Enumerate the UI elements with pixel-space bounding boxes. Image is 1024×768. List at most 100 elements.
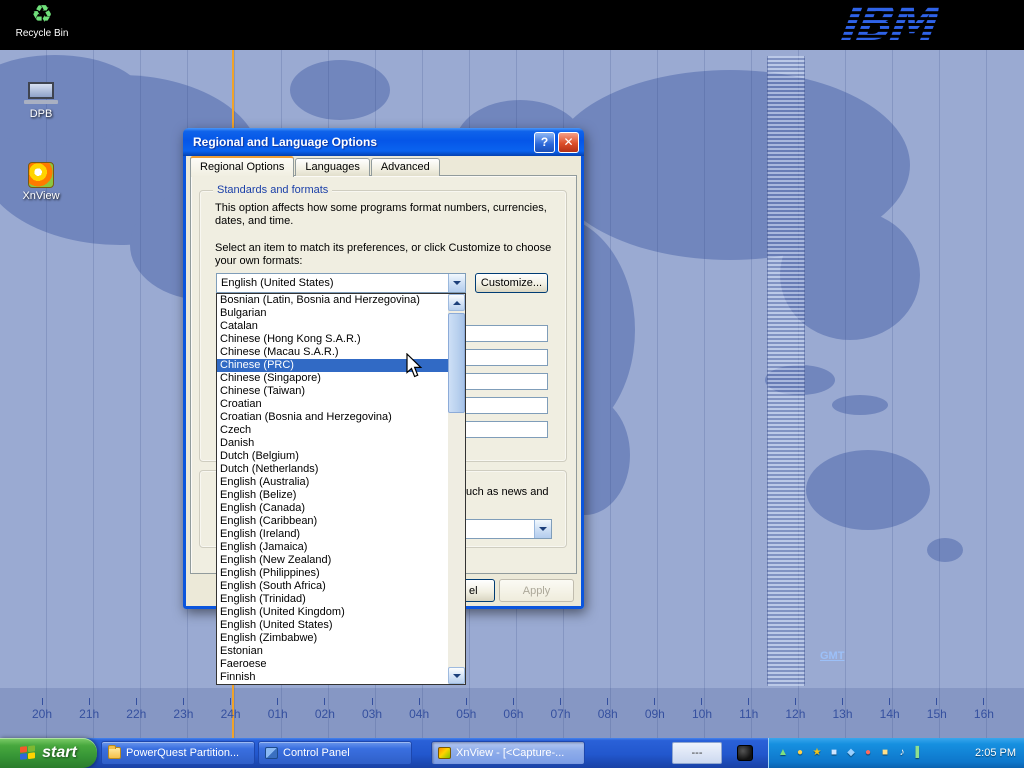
dropdown-item[interactable]: Croatian (Bosnia and Herzegovina) [217, 411, 448, 424]
close-button[interactable]: ✕ [558, 132, 579, 153]
scroll-up-button[interactable] [448, 294, 465, 311]
timezone-label: 21h [79, 698, 99, 721]
dropdown-item[interactable]: English (United Kingdom) [217, 606, 448, 619]
dropdown-item[interactable]: Bulgarian [217, 307, 448, 320]
apply-button[interactable]: Apply [499, 579, 574, 602]
dropdown-item[interactable]: English (Belize) [217, 489, 448, 502]
gmt-label: GMT [820, 650, 844, 662]
timezone-label: 14h [880, 698, 900, 721]
dropdown-item[interactable]: English (United States) [217, 619, 448, 632]
scroll-thumb[interactable] [448, 313, 465, 413]
timezone-tick [795, 698, 796, 705]
dpb-label: DPB [30, 108, 53, 120]
dropdown-item[interactable]: English (Australia) [217, 476, 448, 489]
desktop-icon-dpb[interactable]: DPB [8, 82, 74, 120]
timezone-tick [277, 698, 278, 705]
tab[interactable]: Languages [295, 158, 369, 176]
format-combobox[interactable]: English (United States) [216, 273, 466, 293]
taskbar-dark-icon[interactable] [737, 745, 753, 761]
task-control-panel[interactable]: Control Panel [258, 741, 412, 765]
dropdown-item[interactable]: Estonian [217, 645, 448, 658]
desktop-icon-xnview[interactable]: XnView [8, 162, 74, 202]
power-icon[interactable]: ▌ [912, 746, 926, 760]
timezone-label: 01h [268, 698, 288, 721]
taskbar-clock[interactable]: 2:05 PM [975, 747, 1016, 759]
scroll-down-button[interactable] [448, 667, 465, 684]
security-key-icon[interactable]: ★ [810, 746, 824, 760]
timezone-label: 23h [173, 698, 193, 721]
start-button[interactable]: start [0, 738, 97, 768]
dropdown-item[interactable]: Chinese (Taiwan) [217, 385, 448, 398]
dropdown-item[interactable]: Danish [217, 437, 448, 450]
network-icon[interactable]: ◆ [844, 746, 858, 760]
timezone-label: 09h [645, 698, 665, 721]
dropdown-item[interactable]: Chinese (Hong Kong S.A.R.) [217, 333, 448, 346]
display-icon[interactable]: ■ [827, 746, 841, 760]
help-button[interactable]: ? [534, 132, 555, 153]
dropdown-item[interactable]: English (Zimbabwe) [217, 632, 448, 645]
timezone-tick [701, 698, 702, 705]
dropdown-item[interactable]: English (Philippines) [217, 567, 448, 580]
dropdown-item[interactable]: English (Jamaica) [217, 541, 448, 554]
dropdown-item[interactable]: Czech [217, 424, 448, 437]
timezone-label: 04h [409, 698, 429, 721]
xnview-icon [28, 162, 54, 188]
dropdown-item[interactable]: English (New Zealand) [217, 554, 448, 567]
timezone-tick [983, 698, 984, 705]
dropdown-item[interactable]: Bosnian (Latin, Bosnia and Herzegovina) [217, 294, 448, 307]
recycle-bin-icon[interactable]: ♻ Recycle Bin [10, 2, 74, 39]
timezone-tick [324, 698, 325, 705]
recycle-bin-label: Recycle Bin [16, 28, 69, 39]
task-powerquest[interactable]: PowerQuest Partition... [101, 741, 255, 765]
dropdown-scrollbar[interactable] [448, 294, 465, 684]
task-xnview[interactable]: XnView - [<Capture-... [431, 741, 585, 765]
standards-description: This option affects how some programs fo… [215, 202, 563, 228]
dropdown-item[interactable]: English (South Africa) [217, 580, 448, 593]
message-icon[interactable]: ● [861, 746, 875, 760]
laptop-icon [24, 82, 58, 106]
combobox-dropdown-icon[interactable] [448, 274, 465, 292]
timezone-tick [42, 698, 43, 705]
timezone-tick [419, 698, 420, 705]
dropdown-item[interactable]: English (Trinidad) [217, 593, 448, 606]
timezone-label: 20h [32, 698, 52, 721]
dropdown-item[interactable]: Dutch (Belgium) [217, 450, 448, 463]
customize-button[interactable]: Customize... [475, 273, 548, 293]
tab[interactable]: Advanced [371, 158, 440, 176]
timezone-tick [183, 698, 184, 705]
volume-icon[interactable]: ♪ [895, 746, 909, 760]
format-combobox-value: English (United States) [221, 277, 334, 289]
timezone-label: 02h [315, 698, 335, 721]
timezone-tick [842, 698, 843, 705]
dropdown-item[interactable]: Catalan [217, 320, 448, 333]
timezone-tick [513, 698, 514, 705]
dropdown-item[interactable]: Croatian [217, 398, 448, 411]
timezone-label: 06h [503, 698, 523, 721]
xnview-label: XnView [22, 190, 59, 202]
location-text-fragment: uch as news and [466, 486, 549, 498]
eject-icon[interactable]: ▲ [776, 746, 790, 760]
format-dropdown-list: Bosnian (Latin, Bosnia and Herzegovina) … [216, 293, 466, 685]
timezone-tick [748, 698, 749, 705]
taskbar-separator-button[interactable]: --- [672, 742, 722, 764]
timezone-label: 05h [456, 698, 476, 721]
tab[interactable]: Regional Options [190, 156, 294, 177]
dateline-hatch-band [767, 56, 805, 686]
timezone-tick [230, 698, 231, 705]
timezone-label: 16h [974, 698, 994, 721]
location-combobox-dropdown-icon[interactable] [534, 520, 551, 538]
timezone-tick [372, 698, 373, 705]
dropdown-item[interactable]: Dutch (Netherlands) [217, 463, 448, 476]
timezone-label: 11h [739, 698, 758, 721]
tray-icons: ▲ ● ★ ■ ◆ ● ■ ♪ ▌ [776, 746, 926, 760]
dropdown-item[interactable]: Finnish [217, 671, 448, 684]
timezone-tick [136, 698, 137, 705]
dropdown-item[interactable]: English (Ireland) [217, 528, 448, 541]
ime-icon[interactable]: ■ [878, 746, 892, 760]
dropdown-item[interactable]: Faeroese [217, 658, 448, 671]
dropdown-item[interactable]: English (Canada) [217, 502, 448, 515]
dialog-titlebar[interactable]: Regional and Language Options ? ✕ [183, 128, 584, 156]
timezone-label: 24h [221, 698, 241, 721]
update-icon[interactable]: ● [793, 746, 807, 760]
dropdown-item[interactable]: English (Caribbean) [217, 515, 448, 528]
